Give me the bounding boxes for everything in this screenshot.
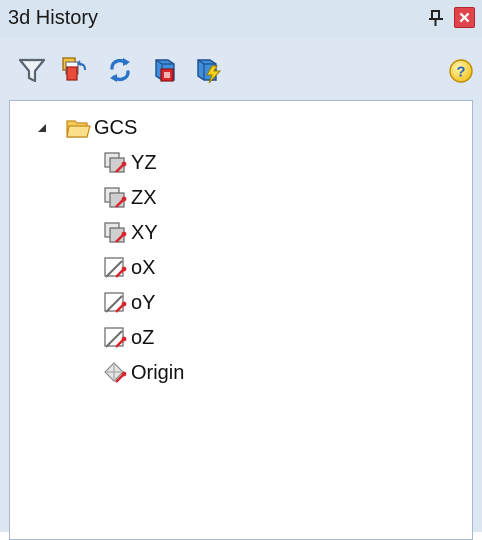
plane-icon xyxy=(104,187,127,208)
tree-item-ox[interactable]: oX xyxy=(102,251,155,285)
rebuild-icon[interactable] xyxy=(148,54,180,86)
svg-text:?: ? xyxy=(456,64,465,81)
panel-titlebar: 3d History xyxy=(0,0,482,38)
tree-item-label: GCS xyxy=(94,116,138,139)
tree-item-zx[interactable]: ZX xyxy=(102,181,157,215)
history-tree[interactable]: GCS YZ ZX XY oX oY oZ Origin xyxy=(9,100,473,540)
axis-icon xyxy=(104,257,127,278)
panel-title: 3d History xyxy=(8,7,99,29)
toolbar: ? xyxy=(0,38,482,100)
3d-history-panel: 3d History ? GCS YZ ZX XY oX oY oZ Origi… xyxy=(0,0,482,540)
tree-item-label: oY xyxy=(131,291,156,314)
tree-item-xy[interactable]: XY xyxy=(102,216,158,250)
collapse-arrow-icon[interactable] xyxy=(37,123,47,133)
history-edit-icon[interactable] xyxy=(58,54,90,86)
tree-item-origin[interactable]: Origin xyxy=(102,356,184,390)
tree-item-label: Origin xyxy=(131,361,185,384)
rebuild-all-icon[interactable] xyxy=(192,54,224,86)
close-button[interactable] xyxy=(454,7,475,28)
help-icon[interactable]: ? xyxy=(448,58,474,84)
plane-icon xyxy=(104,222,127,243)
point-icon xyxy=(104,362,127,383)
tree-item-yz[interactable]: YZ xyxy=(102,146,157,180)
axis-icon xyxy=(104,292,127,313)
folder-icon xyxy=(66,120,91,138)
tree-item-label: XY xyxy=(131,221,158,244)
filter-icon[interactable] xyxy=(16,54,48,86)
pin-icon[interactable] xyxy=(427,8,445,28)
tree-item-oz[interactable]: oZ xyxy=(102,321,154,355)
tree-item-label: YZ xyxy=(131,151,157,174)
tree-item-oy[interactable]: oY xyxy=(102,286,155,320)
tree-item-label: ZX xyxy=(131,186,157,209)
refresh-icon[interactable] xyxy=(104,54,136,86)
axis-icon xyxy=(104,327,127,348)
plane-icon xyxy=(104,152,127,173)
tree-item-gcs[interactable]: GCS xyxy=(65,111,137,145)
tree-item-label: oZ xyxy=(131,326,155,349)
tree-item-label: oX xyxy=(131,256,156,279)
